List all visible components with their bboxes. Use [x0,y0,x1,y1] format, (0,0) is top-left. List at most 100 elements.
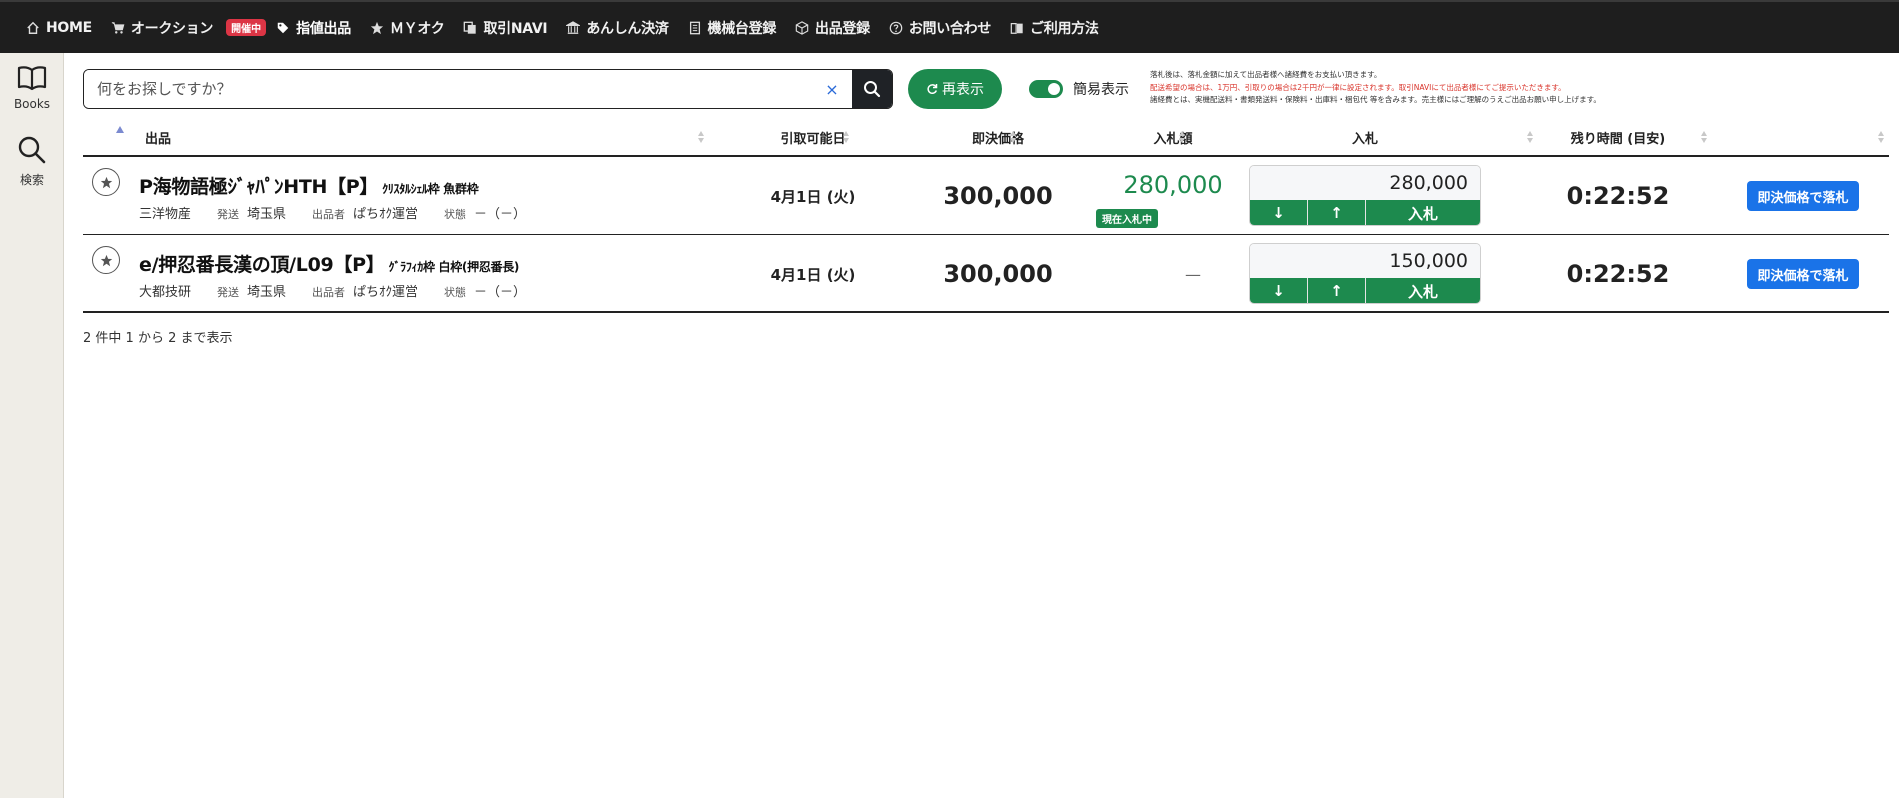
bid-widget: 280,000 ↓ ↑ 入札 [1249,165,1481,226]
nav-contact[interactable]: お問い合わせ [889,18,991,38]
bank-icon [566,20,581,35]
status-value: －（－） [474,285,527,300]
box-icon [795,20,809,35]
bid-increase-button[interactable]: ↑ [1308,200,1366,225]
header-bid[interactable]: 入札 [1249,120,1481,155]
nav-limit-listing-label: 指値出品 [296,20,351,37]
search-icon [864,81,881,98]
header-price[interactable]: 即決価格 [913,120,1083,155]
sort-icon[interactable] [1009,129,1017,145]
header-item[interactable]: 出品 [145,120,171,155]
nav-my-auction-label: ＭＹオク [389,20,445,37]
status-value: －（－） [474,207,527,222]
nav-how-to-use[interactable]: ご利用方法 [1010,18,1099,38]
header-time-left[interactable]: 残り時間 (目安) [1543,120,1693,155]
home-icon [26,21,40,35]
nav-trade-navi[interactable]: 取引NAVI [463,18,548,38]
notice-line-2: 配送希望の場合は、1万円、引取りの場合は2千円が一律に設定されます。取引NAVI… [1150,82,1566,92]
top-navigation: HOME オークション 開催中 指値出品 ＭＹオク 取引NAVI あんしん決済 … [0,0,1899,53]
time-left: 0:22:52 [1566,260,1670,288]
refresh-label: 再表示 [942,82,984,98]
star-icon [100,176,112,188]
bid-submit-button[interactable]: 入札 [1366,278,1480,303]
ship-from: 埼玉県 [247,285,287,300]
time-left: 0:22:52 [1566,182,1670,210]
nav-auction-label: オークション [130,20,214,37]
nav-trade-navi-label: 取引NAVI [483,20,548,37]
star-icon [370,21,384,35]
simple-view-label: 簡易表示 [1073,82,1129,98]
sidebar-books-label: Books [13,97,51,111]
sort-icon[interactable] [842,129,850,145]
bid-decrease-button[interactable]: ↓ [1250,200,1308,225]
sidebar: Books 検索 [0,53,64,798]
nav-home[interactable]: HOME [26,20,92,36]
result-count: 2 件中 1 から 2 まで表示 [83,331,233,346]
open-book-icon [17,66,47,91]
listing-title-text: e/押忍番長漢の頂/L09【P】 [139,254,385,276]
bid-submit-button[interactable]: 入札 [1366,200,1480,225]
nav-safe-payment[interactable]: あんしん決済 [566,18,669,38]
nav-home-label: HOME [46,19,92,36]
tag-icon [276,21,290,35]
pickup-date: 4月1日 (火) [770,265,856,284]
buy-now-button[interactable]: 即決価格で落札 [1747,181,1859,211]
bid-decrease-button[interactable]: ↓ [1250,278,1308,303]
nav-limit-listing[interactable]: 指値出品 [276,18,351,38]
book-icon [1010,21,1024,35]
refresh-button[interactable]: 再表示 [908,69,1002,109]
table-row: e/押忍番長漢の頂/L09【P】 ｸﾞﾗﾌｨｶ枠 白枠(押忍番長) 大都技研 発送… [83,235,1889,313]
search-button[interactable] [852,70,892,108]
seller-label: 出品者 [312,208,346,221]
refresh-icon [927,84,938,95]
nav-auction[interactable]: オークション [111,18,213,38]
live-badge: 開催中 [226,19,267,36]
sort-icon[interactable] [1526,129,1534,145]
nav-my-auction[interactable]: ＭＹオク [370,18,445,38]
sort-icon[interactable] [1877,129,1885,145]
listing-title-text: P海物語極ｼﾞｬﾊﾟﾝHTH【P】 [139,176,379,198]
nav-machine-register-label: 機械台登録 [707,20,777,37]
pickup-date: 4月1日 (火) [770,187,856,206]
bid-amount-input[interactable]: 280,000 [1250,166,1480,200]
buy-now-price: 300,000 [943,260,1053,288]
magnifier-icon [18,136,46,164]
buy-now-button[interactable]: 即決価格で落札 [1747,259,1859,289]
ship-label: 発送 [217,286,240,299]
ship-from: 埼玉県 [247,207,287,222]
sidebar-search-label: 検索 [19,173,44,187]
nav-machine-register[interactable]: 機械台登録 [688,18,777,38]
search-input[interactable] [84,70,812,108]
nav-how-to-use-label: ご利用方法 [1030,20,1099,37]
header-date[interactable]: 引取可能日 [713,120,913,155]
listing-table: 出品 引取可能日 即決価格 入札額 入札 残り時間 (目安) P海物語極ｼﾞｬﾊ… [83,120,1889,313]
clear-search-icon[interactable]: × [812,70,852,108]
buy-now-price: 300,000 [943,182,1053,210]
table-row: P海物語極ｼﾞｬﾊﾟﾝHTH【P】 ｸﾘｽﾀﾙｼｪﾙ枠 魚群枠 三洋物産 発送 埼玉… [83,157,1889,235]
listing-meta: 大都技研 発送 埼玉県 出品者 ぱちｵｸ運営 状態 －（－） [139,281,552,300]
fee-notice: 落札後は、落札金額に加えて出品者様へ諸経費をお支払い頂きます。 配送希望の場合は… [1150,69,1710,107]
sort-icon[interactable] [1178,129,1186,145]
sort-icon[interactable] [1700,129,1708,145]
sidebar-item-books[interactable]: Books [0,65,64,111]
copy-icon [463,21,477,35]
simple-view-toggle[interactable] [1029,80,1063,98]
header-bid-amount[interactable]: 入札額 [1083,120,1263,155]
bidding-status-badge: 現在入札中 [1096,209,1158,228]
status-label: 状態 [444,286,467,299]
listing-title[interactable]: P海物語極ｼﾞｬﾊﾟﾝHTH【P】 ｸﾘｽﾀﾙｼｪﾙ枠 魚群枠 [139,172,479,199]
notice-line-1: 落札後は、落札金額に加えて出品者様へ諸経費をお支払い頂きます。 [1150,70,1382,79]
favorite-star-button[interactable] [92,168,120,196]
listing-title[interactable]: e/押忍番長漢の頂/L09【P】 ｸﾞﾗﾌｨｶ枠 白枠(押忍番長) [139,250,519,277]
sidebar-item-search[interactable]: 検索 [0,135,64,188]
sort-icon[interactable] [697,129,705,145]
cart-icon [111,21,125,35]
sort-asc-icon[interactable] [116,126,124,133]
bid-increase-button[interactable]: ↑ [1308,278,1366,303]
bid-amount-input[interactable]: 150,000 [1250,244,1480,278]
document-icon [688,21,702,35]
maker: 大都技研 [139,285,192,300]
favorite-star-button[interactable] [92,246,120,274]
star-icon [100,254,112,266]
nav-listing-register[interactable]: 出品登録 [795,18,870,38]
